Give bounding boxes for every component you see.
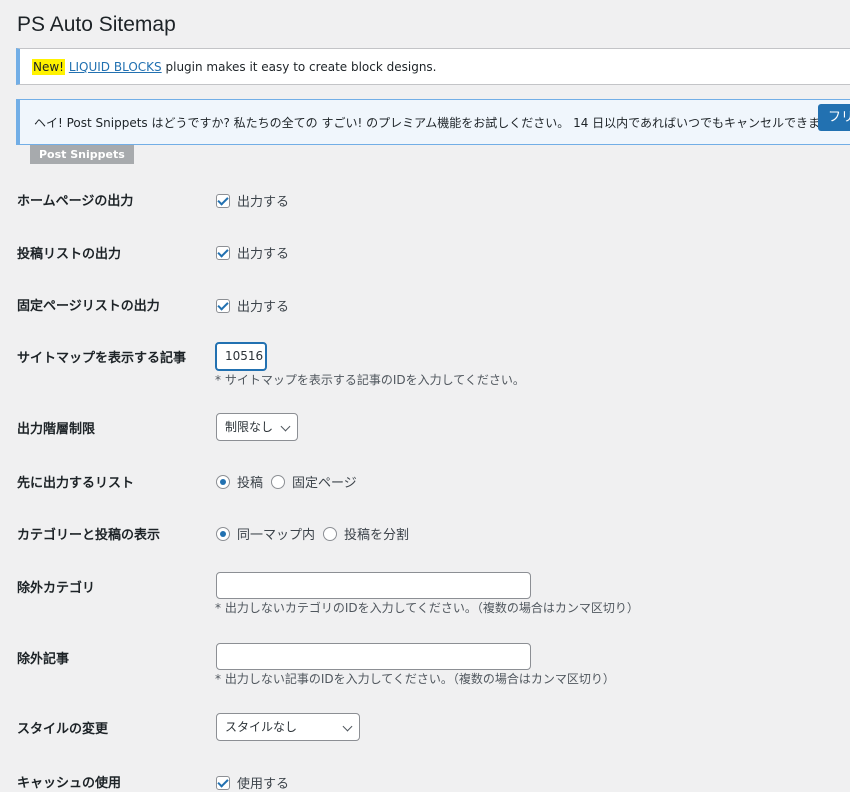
new-badge: New! bbox=[32, 59, 65, 75]
page-list-output-checkbox[interactable]: 出力する bbox=[216, 296, 289, 315]
sitemap-post-label: サイトマップを表示する記事 bbox=[17, 351, 187, 366]
home-output-checkbox[interactable]: 出力する bbox=[216, 191, 289, 210]
checkbox-checked-icon[interactable] bbox=[216, 775, 230, 790]
first-list-posts-radio[interactable]: 投稿 bbox=[216, 472, 271, 491]
post-list-output-checkbox[interactable]: 出力する bbox=[216, 243, 289, 262]
category-same-map-radio[interactable]: 同一マップ内 bbox=[216, 524, 323, 543]
post-snippets-tag: Post Snippets bbox=[30, 145, 134, 164]
exclude-post-label: 除外記事 bbox=[17, 652, 70, 667]
first-list-posts-label: 投稿 bbox=[237, 476, 264, 491]
exclude-post-description: * 出力しない記事のIDを入力してください。（複数の場合はカンマ区切り） bbox=[215, 672, 615, 686]
home-output-option: 出力する bbox=[237, 195, 290, 210]
chevron-down-icon bbox=[280, 421, 291, 432]
post-list-output-label: 投稿リストの出力 bbox=[17, 247, 122, 262]
category-display-label: カテゴリーと投稿の表示 bbox=[17, 528, 161, 543]
chevron-down-icon bbox=[342, 721, 353, 732]
sitemap-post-description: * サイトマップを表示する記事のIDを入力してください。 bbox=[215, 373, 525, 387]
style-select[interactable]: スタイルなし bbox=[216, 713, 360, 741]
post-list-output-option: 出力する bbox=[237, 247, 290, 262]
style-label: スタイルの変更 bbox=[17, 722, 109, 737]
page-title: PS Auto Sitemap bbox=[17, 13, 176, 36]
category-split-label: 投稿を分割 bbox=[344, 528, 410, 543]
cache-checkbox[interactable]: 使用する bbox=[216, 773, 289, 792]
radio-unchecked-icon[interactable] bbox=[323, 526, 338, 541]
post-snippets-notice-text: ヘイ! Post Snippets はどうですか? 私たちの全ての すごい! の… bbox=[34, 116, 843, 130]
depth-limit-select[interactable]: 制限なし bbox=[216, 413, 298, 441]
checkbox-checked-icon[interactable] bbox=[216, 193, 230, 208]
post-snippets-notice: ヘイ! Post Snippets はどうですか? 私たちの全ての すごい! の… bbox=[16, 99, 850, 145]
home-output-label: ホームページの出力 bbox=[17, 194, 134, 209]
first-list-pages-label: 固定ページ bbox=[292, 476, 357, 491]
sitemap-post-id-input[interactable]: 10516 bbox=[215, 342, 267, 371]
category-same-map-label: 同一マップ内 bbox=[237, 528, 316, 543]
first-list-label: 先に出力するリスト bbox=[17, 476, 135, 491]
style-value: スタイルなし bbox=[225, 720, 298, 734]
liquid-blocks-notice: New! LIQUID BLOCKS plugin makes it easy … bbox=[16, 48, 850, 85]
checkbox-checked-icon[interactable] bbox=[216, 245, 230, 260]
radio-checked-icon[interactable] bbox=[216, 526, 230, 541]
radio-unchecked-icon[interactable] bbox=[271, 474, 286, 489]
cache-label: キャッシュの使用 bbox=[17, 776, 122, 791]
free-trial-button[interactable]: フリ bbox=[818, 104, 850, 131]
exclude-post-input[interactable] bbox=[216, 643, 531, 670]
first-list-pages-radio[interactable]: 固定ページ bbox=[271, 472, 357, 491]
depth-limit-value: 制限なし bbox=[225, 420, 274, 434]
cache-option: 使用する bbox=[237, 777, 290, 792]
category-display-radio-group: 同一マップ内 投稿を分割 bbox=[216, 524, 409, 543]
depth-limit-label: 出力階層制限 bbox=[17, 422, 96, 437]
page-list-output-label: 固定ページリストの出力 bbox=[17, 299, 160, 314]
page-list-output-option: 出力する bbox=[237, 300, 290, 315]
first-list-radio-group: 投稿 固定ページ bbox=[216, 472, 357, 491]
liquid-notice-text: plugin makes it easy to create block des… bbox=[165, 60, 437, 74]
exclude-category-description: * 出力しないカテゴリのIDを入力してください。（複数の場合はカンマ区切り） bbox=[215, 601, 639, 615]
exclude-category-input[interactable] bbox=[216, 572, 531, 599]
category-split-radio[interactable]: 投稿を分割 bbox=[323, 524, 409, 543]
radio-checked-icon[interactable] bbox=[216, 474, 230, 489]
exclude-category-label: 除外カテゴリ bbox=[17, 581, 96, 596]
liquid-blocks-link[interactable]: LIQUID BLOCKS bbox=[69, 60, 162, 74]
checkbox-checked-icon[interactable] bbox=[216, 298, 230, 313]
